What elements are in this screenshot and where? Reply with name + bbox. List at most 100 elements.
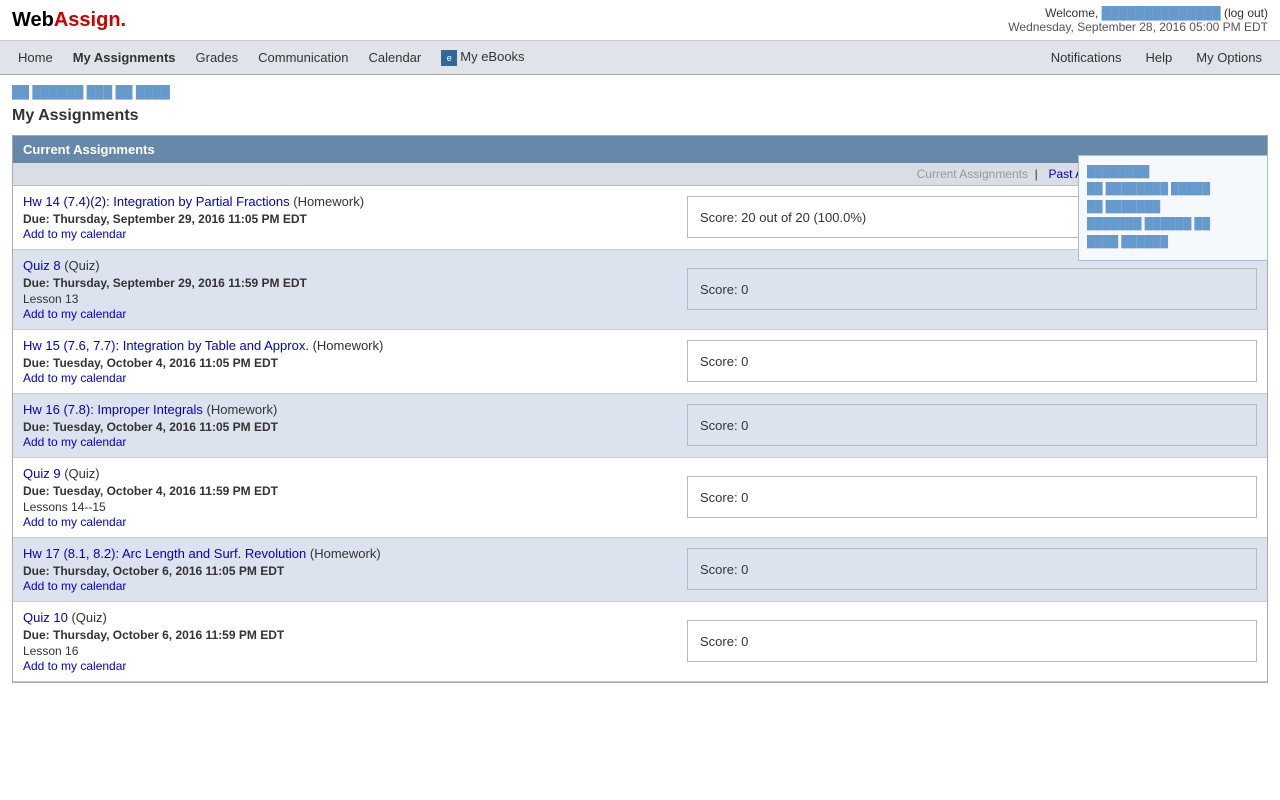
- nav-communication[interactable]: Communication: [248, 42, 358, 73]
- assignment-name-quiz9: Quiz 9 (Quiz): [23, 466, 667, 481]
- assignment-left-hw15: Hw 15 (7.6, 7.7): Integration by Table a…: [13, 330, 677, 393]
- breadcrumb: ██ ██████ ███ ██ ████: [12, 85, 1268, 99]
- filter-current-label: Current Assignments: [917, 167, 1028, 181]
- page-title: My Assignments: [12, 107, 1268, 125]
- nav-left: Home My Assignments Grades Communication…: [8, 41, 535, 74]
- assignment-name-hw17: Hw 17 (8.1, 8.2): Arc Length and Surf. R…: [23, 546, 667, 561]
- info-box: ████████ ██ ████████ █████ ██ ███████ ██…: [1078, 155, 1268, 261]
- assignment-calendar-hw14: Add to my calendar: [23, 226, 667, 241]
- assignment-left-quiz8: Quiz 8 (Quiz) Due: Thursday, September 2…: [13, 250, 677, 329]
- assignment-calendar-hw15: Add to my calendar: [23, 370, 667, 385]
- assignment-calendar-hw16: Add to my calendar: [23, 434, 667, 449]
- assignment-calendar-quiz10: Add to my calendar: [23, 658, 667, 673]
- calendar-link-hw14[interactable]: Add to my calendar: [23, 227, 126, 241]
- info-line2: ██ ████████ █████: [1087, 181, 1259, 199]
- header: WebAssign. Welcome, ██████████████ (log …: [0, 0, 1280, 41]
- info-line4: ███████ ██████ ██: [1087, 216, 1259, 234]
- assignment-link-quiz8[interactable]: Quiz 8: [23, 258, 61, 273]
- assignment-row-hw16: Hw 16 (7.8): Improper Integrals (Homewor…: [13, 394, 1267, 458]
- assignment-due-hw16: Due: Tuesday, October 4, 2016 11:05 PM E…: [23, 420, 667, 434]
- score-box-hw17: Score: 0: [687, 548, 1257, 590]
- assignment-left-hw14: Hw 14 (7.4)(2): Integration by Partial F…: [13, 186, 677, 249]
- assignment-link-hw17[interactable]: Hw 17 (8.1, 8.2): Arc Length and Surf. R…: [23, 546, 306, 561]
- assignment-type-quiz8: (Quiz): [64, 258, 99, 273]
- assignment-name-hw15: Hw 15 (7.6, 7.7): Integration by Table a…: [23, 338, 667, 353]
- assignment-extra-quiz10: Lesson 16: [23, 644, 667, 658]
- assignment-link-quiz9[interactable]: Quiz 9: [23, 466, 61, 481]
- nav-my-options[interactable]: My Options: [1186, 42, 1272, 73]
- logo-assign: Assign: [54, 9, 121, 32]
- info-line1: ████████: [1087, 164, 1259, 182]
- welcome-line: Welcome, ██████████████ (log out): [1008, 6, 1268, 20]
- assignment-row-quiz8: Quiz 8 (Quiz) Due: Thursday, September 2…: [13, 250, 1267, 330]
- main-content: ████████ ██ ████████ █████ ██ ███████ ██…: [0, 75, 1280, 693]
- calendar-link-hw15[interactable]: Add to my calendar: [23, 371, 126, 385]
- assignment-extra-quiz9: Lessons 14--15: [23, 500, 667, 514]
- assignment-type-quiz9: (Quiz): [64, 466, 99, 481]
- logo-dot: .: [121, 9, 127, 32]
- assignment-link-hw16[interactable]: Hw 16 (7.8): Improper Integrals: [23, 402, 203, 417]
- nav-help[interactable]: Help: [1136, 42, 1183, 73]
- assignment-extra-quiz8: Lesson 13: [23, 292, 667, 306]
- assignment-name-quiz8: Quiz 8 (Quiz): [23, 258, 667, 273]
- nav-notifications[interactable]: Notifications: [1041, 42, 1132, 73]
- assignment-due-hw15: Due: Tuesday, October 4, 2016 11:05 PM E…: [23, 356, 667, 370]
- logout-link[interactable]: (log out): [1224, 6, 1268, 20]
- calendar-link-hw16[interactable]: Add to my calendar: [23, 435, 126, 449]
- assignment-right-quiz9: Score: 0: [677, 458, 1267, 537]
- nav-home[interactable]: Home: [8, 42, 63, 73]
- date-line: Wednesday, September 28, 2016 05:00 PM E…: [1008, 20, 1268, 34]
- score-box-hw16: Score: 0: [687, 404, 1257, 446]
- assignment-type-hw14: (Homework): [293, 194, 364, 209]
- assignment-row-hw15: Hw 15 (7.6, 7.7): Integration by Table a…: [13, 330, 1267, 394]
- nav-right: Notifications Help My Options: [1041, 42, 1272, 73]
- assignment-link-quiz10[interactable]: Quiz 10: [23, 610, 68, 625]
- assignment-due-quiz8: Due: Thursday, September 29, 2016 11:59 …: [23, 276, 667, 290]
- assignment-due-hw14: Due: Thursday, September 29, 2016 11:05 …: [23, 212, 667, 226]
- ebooks-icon: e: [441, 50, 457, 66]
- assignment-type-hw16: (Homework): [207, 402, 278, 417]
- calendar-link-hw17[interactable]: Add to my calendar: [23, 579, 126, 593]
- assignment-name-hw16: Hw 16 (7.8): Improper Integrals (Homewor…: [23, 402, 667, 417]
- assignment-calendar-quiz8: Add to my calendar: [23, 306, 667, 321]
- logo-web: Web: [12, 9, 54, 32]
- assignment-row-quiz10: Quiz 10 (Quiz) Due: Thursday, October 6,…: [13, 602, 1267, 682]
- assignment-left-hw16: Hw 16 (7.8): Improper Integrals (Homewor…: [13, 394, 677, 457]
- assignment-type-quiz10: (Quiz): [71, 610, 106, 625]
- score-box-quiz8: Score: 0: [687, 268, 1257, 310]
- assignment-name-hw14: Hw 14 (7.4)(2): Integration by Partial F…: [23, 194, 667, 209]
- info-line3: ██ ███████: [1087, 199, 1259, 217]
- assignment-type-hw15: (Homework): [313, 338, 384, 353]
- nav-my-ebooks[interactable]: eMy eBooks: [431, 41, 534, 74]
- assignment-left-quiz10: Quiz 10 (Quiz) Due: Thursday, October 6,…: [13, 602, 677, 681]
- assignment-name-quiz10: Quiz 10 (Quiz): [23, 610, 667, 625]
- navbar: Home My Assignments Grades Communication…: [0, 41, 1280, 75]
- info-line5: ████ ██████: [1087, 234, 1259, 252]
- calendar-link-quiz8[interactable]: Add to my calendar: [23, 307, 126, 321]
- username: ██████████████: [1102, 6, 1221, 20]
- calendar-link-quiz10[interactable]: Add to my calendar: [23, 659, 126, 673]
- assignment-right-hw15: Score: 0: [677, 330, 1267, 393]
- score-box-quiz9: Score: 0: [687, 476, 1257, 518]
- assignment-row-quiz9: Quiz 9 (Quiz) Due: Tuesday, October 4, 2…: [13, 458, 1267, 538]
- calendar-link-quiz9[interactable]: Add to my calendar: [23, 515, 126, 529]
- assignment-right-hw17: Score: 0: [677, 538, 1267, 601]
- nav-my-assignments[interactable]: My Assignments: [63, 42, 186, 73]
- assignment-due-hw17: Due: Thursday, October 6, 2016 11:05 PM …: [23, 564, 667, 578]
- assignment-link-hw15[interactable]: Hw 15 (7.6, 7.7): Integration by Table a…: [23, 338, 309, 353]
- nav-calendar[interactable]: Calendar: [358, 42, 431, 73]
- assignment-right-hw16: Score: 0: [677, 394, 1267, 457]
- content-area: ████████ ██ ████████ █████ ██ ███████ ██…: [0, 75, 1280, 693]
- assignment-link-hw14[interactable]: Hw 14 (7.4)(2): Integration by Partial F…: [23, 194, 290, 209]
- welcome-text: Welcome,: [1045, 6, 1098, 20]
- assignment-left-quiz9: Quiz 9 (Quiz) Due: Tuesday, October 4, 2…: [13, 458, 677, 537]
- score-box-hw15: Score: 0: [687, 340, 1257, 382]
- assignment-due-quiz10: Due: Thursday, October 6, 2016 11:59 PM …: [23, 628, 667, 642]
- logo: WebAssign.: [12, 9, 126, 32]
- assignment-right-quiz8: Score: 0: [677, 250, 1267, 329]
- assignment-right-quiz10: Score: 0: [677, 602, 1267, 681]
- score-box-quiz10: Score: 0: [687, 620, 1257, 662]
- assignment-calendar-hw17: Add to my calendar: [23, 578, 667, 593]
- assignment-due-quiz9: Due: Tuesday, October 4, 2016 11:59 PM E…: [23, 484, 667, 498]
- nav-grades[interactable]: Grades: [186, 42, 249, 73]
